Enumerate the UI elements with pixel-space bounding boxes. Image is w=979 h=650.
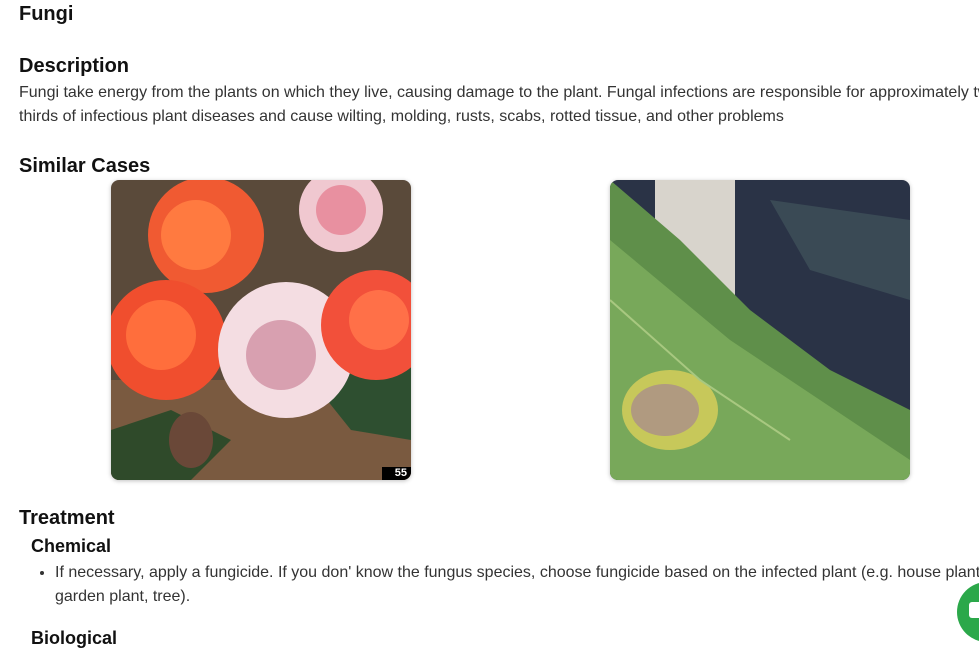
description-text: Fungi take energy from the plants on whi… — [19, 84, 979, 125]
leaf-photo — [610, 180, 910, 480]
chemical-list: If necessary, apply a fungicide. If you … — [36, 561, 979, 609]
list-item: If necessary, apply a fungicide. If you … — [55, 561, 979, 609]
treatment-heading: Treatment — [19, 507, 115, 529]
similar-cases-heading: Similar Cases — [19, 155, 151, 177]
similar-case-image-leaf[interactable] — [610, 180, 910, 480]
similar-case-image-roses[interactable]: 55 — [111, 180, 411, 480]
description-heading: Description — [19, 55, 130, 77]
biological-heading: Biological — [31, 628, 118, 648]
roses-photo — [111, 180, 411, 480]
chemical-heading: Chemical — [31, 536, 112, 556]
chat-icon — [969, 602, 979, 618]
page-title: Fungi — [19, 3, 74, 25]
image-count-badge: 55 — [381, 467, 411, 480]
